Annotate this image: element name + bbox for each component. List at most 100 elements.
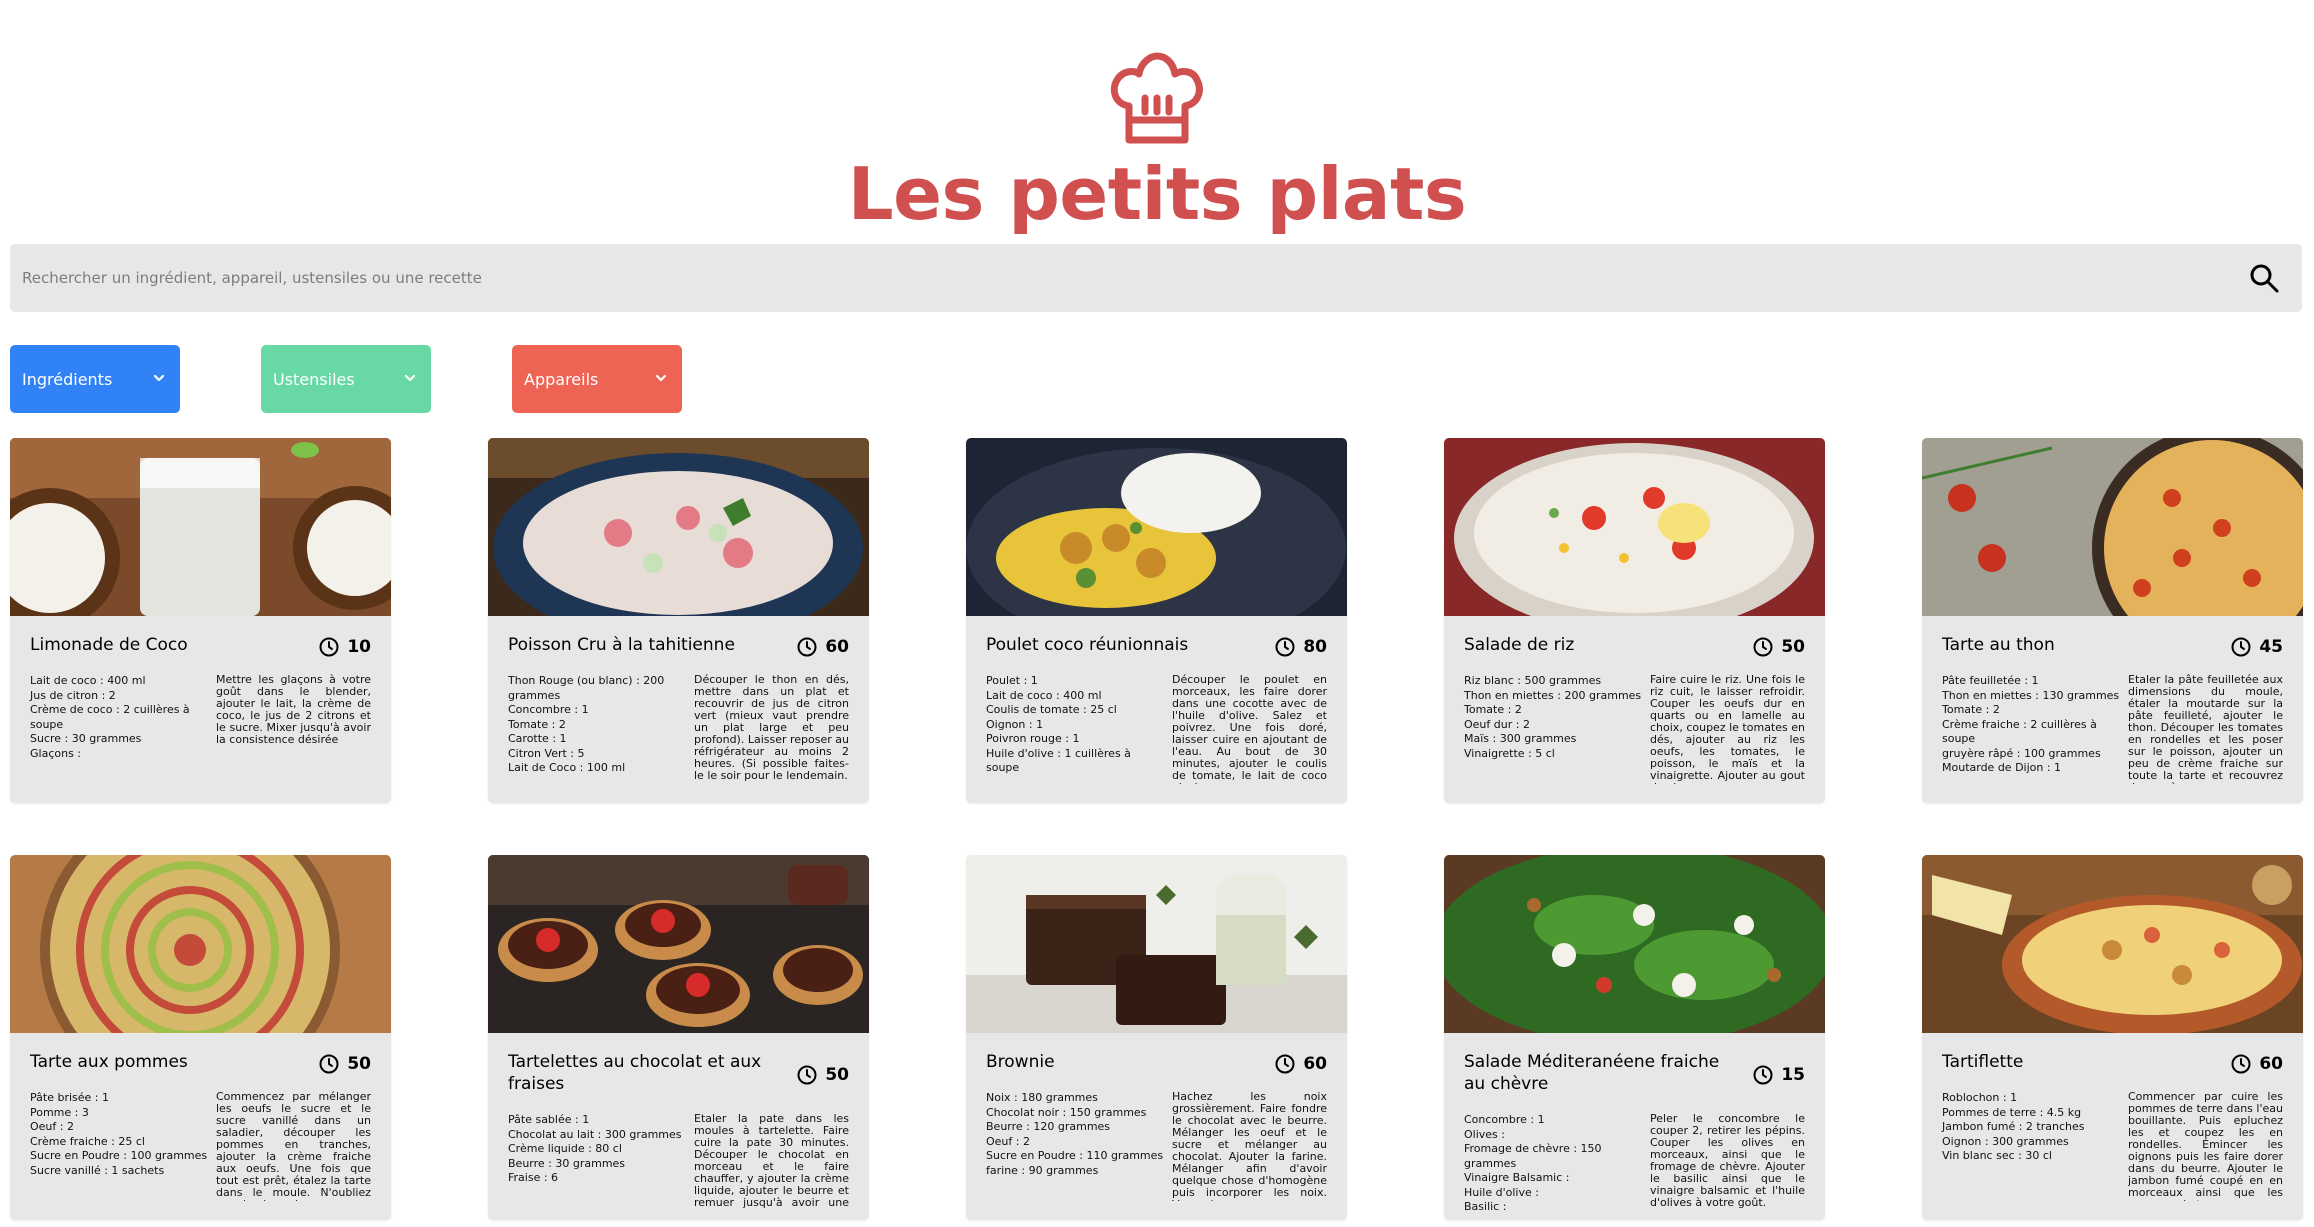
ingredient-item: Vinaigre Balsamic : (1464, 1171, 1570, 1184)
ingredient-item: Basilic : (1464, 1200, 1507, 1213)
recipe-card[interactable]: Salade Méditeranéene fraiche au chèvre 1… (1444, 855, 1825, 1220)
recipe-image (488, 855, 869, 1033)
clock-icon (319, 1054, 339, 1074)
ingredient-list: Poulet : 1 Lait de coco : 400 ml Coulis … (986, 674, 1166, 776)
ingredient-item: Vin blanc sec : 30 cl (1942, 1149, 2052, 1162)
search-input[interactable] (10, 244, 2210, 312)
recipe-image (966, 438, 1347, 616)
filter-ingredients-label: Ingrédients (22, 369, 113, 389)
recipe-card[interactable]: Brownie 60 Noix : 180 grammes Chocolat n… (966, 855, 1347, 1220)
ingredient-item: Lait de Coco : 100 ml (508, 761, 626, 774)
ingredient-item: Fraise : 6 (508, 1171, 559, 1184)
ingredient-item: Citron Vert : 5 (508, 746, 585, 760)
ingredient-list: Pâte feuilletée : 1 Thon en miettes : 13… (1942, 674, 2122, 784)
recipe-description: Faire cuire le riz. Une fois le riz cuit… (1650, 674, 1805, 784)
search-icon (2250, 264, 2279, 293)
ingredient-item: Sucre en Poudre : 100 grammes (30, 1149, 208, 1162)
ingredient-item: Huile d'olive : (1464, 1185, 1539, 1199)
filter-appareils-label: Appareils (524, 369, 599, 389)
recipe-time: 10 (319, 637, 371, 657)
recipe-card[interactable]: Tarte aux pommes 50 Pâte brisée : 1 Pomm… (10, 855, 391, 1220)
ingredient-list: Roblochon : 1 Pommes de terre : 4.5 kg J… (1942, 1091, 2122, 1164)
recipe-description: Découper le poulet en morceaux, les fair… (1172, 674, 1327, 784)
filter-ingredients-button[interactable]: Ingrédients (10, 345, 180, 413)
recipe-image (488, 438, 869, 616)
recipe-time-value: 50 (1781, 637, 1805, 657)
recipe-time-value: 10 (347, 637, 371, 657)
ingredient-item: Moutarde de Dijon : 1 (1942, 761, 2062, 774)
ingredient-item: Maïs : 300 grammes (1464, 732, 1577, 745)
recipe-time-value: 15 (1781, 1065, 1805, 1085)
ingredient-item: Chocolat au lait : 300 grammes (508, 1127, 682, 1141)
recipe-title: Tartelettes au chocolat et aux fraises (508, 1052, 762, 1094)
ingredient-item: Oeuf : 2 (30, 1120, 74, 1133)
recipe-card[interactable]: Tarte au thon 45 Pâte feuilletée : 1 Tho… (1922, 438, 2303, 803)
recipe-card[interactable]: Tartelettes au chocolat et aux fraises 5… (488, 855, 869, 1220)
recipe-description: Commencez par mélanger les oeufs le sucr… (216, 1091, 371, 1201)
ingredient-item: Sucre en Poudre : 110 grammes (986, 1149, 1164, 1162)
ingredient-item: Beurre : 120 grammes (986, 1120, 1111, 1133)
ingredient-item: Concombre : 1 (1464, 1113, 1545, 1126)
ingredient-item: Beurre : 30 grammes (508, 1156, 626, 1170)
ingredient-item: Sucre : 30 grammes (30, 732, 142, 745)
ingredient-item: Oeuf : 2 (986, 1134, 1030, 1148)
ingredient-item: Fromage de chèvre : 150 grammes (1464, 1142, 1602, 1170)
ingredient-list: Riz blanc : 500 grammes Thon en miettes … (1464, 674, 1644, 761)
site-title: Les petits plats (847, 152, 1467, 236)
filter-ustensiles-label: Ustensiles (273, 369, 355, 389)
recipe-title: Salade de riz (1464, 635, 1575, 655)
recipe-title: Tartiflette (1942, 1052, 2024, 1072)
ingredient-list: Thon Rouge (ou blanc) : 200 grammes Conc… (508, 674, 688, 776)
recipe-title: Tarte aux pommes (30, 1052, 188, 1072)
search-button[interactable] (2246, 260, 2282, 296)
recipe-title: Poisson Cru à la tahitienne (508, 635, 735, 655)
ingredient-item: Lait de coco : 400 ml (30, 674, 146, 687)
recipe-card[interactable]: Limonade de Coco 10 Lait de coco : 400 m… (10, 438, 391, 803)
ingredient-item: Olives : (1464, 1127, 1505, 1141)
ingredient-item: Poivron rouge : 1 (986, 732, 1080, 745)
clock-icon (1275, 637, 1295, 657)
recipe-card[interactable]: Salade de riz 50 Riz blanc : 500 grammes… (1444, 438, 1825, 803)
recipe-description: Hachez les noix grossièrement. Faire fon… (1172, 1091, 1327, 1201)
search-bar (10, 244, 2302, 312)
ingredient-item: Poulet : 1 (986, 674, 1038, 687)
recipe-time: 60 (2231, 1054, 2283, 1074)
ingredient-item: Thon en miettes : 130 grammes (1942, 688, 2120, 702)
ingredient-item: Crème fraiche : 2 cuillères à soupe (1942, 717, 2097, 746)
recipe-time: 60 (797, 637, 849, 657)
ingredient-item: Jambon fumé : 2 tranches (1942, 1120, 2085, 1133)
recipe-image (1444, 855, 1825, 1033)
recipe-image (1922, 438, 2303, 616)
filter-appareils-button[interactable]: Appareils (512, 345, 682, 413)
filter-ustensiles-button[interactable]: Ustensiles (261, 345, 431, 413)
ingredient-item: Oignon : 1 (986, 717, 1044, 731)
recipe-time: 50 (1753, 637, 1805, 657)
recipe-image (1444, 438, 1825, 616)
recipe-card[interactable]: Poisson Cru à la tahitienne 60 Thon Roug… (488, 438, 869, 803)
recipe-time: 45 (2231, 637, 2283, 657)
recipe-title: Salade Méditeranéene fraiche au chèvre (1464, 1052, 1720, 1094)
recipe-time: 15 (1753, 1065, 1805, 1085)
chef-hat-icon (1110, 52, 1203, 144)
ingredient-item: Crème de coco : 2 cuillères à soupe (30, 703, 190, 731)
recipe-time-value: 45 (2259, 637, 2283, 657)
ingredient-item: Tomate : 2 (508, 717, 566, 731)
recipe-time: 60 (1275, 1054, 1327, 1074)
ingredient-item: Tomate : 2 (1942, 703, 2000, 716)
recipe-card[interactable]: Tartiflette 60 Roblochon : 1 Pommes de t… (1922, 855, 2303, 1220)
clock-icon (2231, 1054, 2251, 1074)
recipe-title: Brownie (986, 1052, 1055, 1072)
clock-icon (1753, 1065, 1773, 1085)
ingredient-item: gruyère râpé : 100 grammes (1942, 746, 2101, 760)
ingredient-list: Pâte sablée : 1 Chocolat au lait : 300 g… (508, 1113, 688, 1186)
ingredient-item: Huile d'olive : 1 cuillères à soupe (986, 746, 1131, 775)
recipe-time-value: 80 (1303, 637, 1327, 657)
ingredient-item: Pâte sablée : 1 (508, 1113, 590, 1126)
ingredient-item: Oeuf dur : 2 (1464, 717, 1530, 731)
recipe-time: 80 (1275, 637, 1327, 657)
ingredient-item: Riz blanc : 500 grammes (1464, 674, 1602, 687)
ingredient-item: Thon Rouge (ou blanc) : 200 grammes (508, 674, 665, 702)
ingredient-item: Pâte feuilletée : 1 (1942, 674, 2039, 687)
recipe-time-value: 60 (825, 637, 849, 657)
recipe-card[interactable]: Poulet coco réunionnais 80 Poulet : 1 La… (966, 438, 1347, 803)
